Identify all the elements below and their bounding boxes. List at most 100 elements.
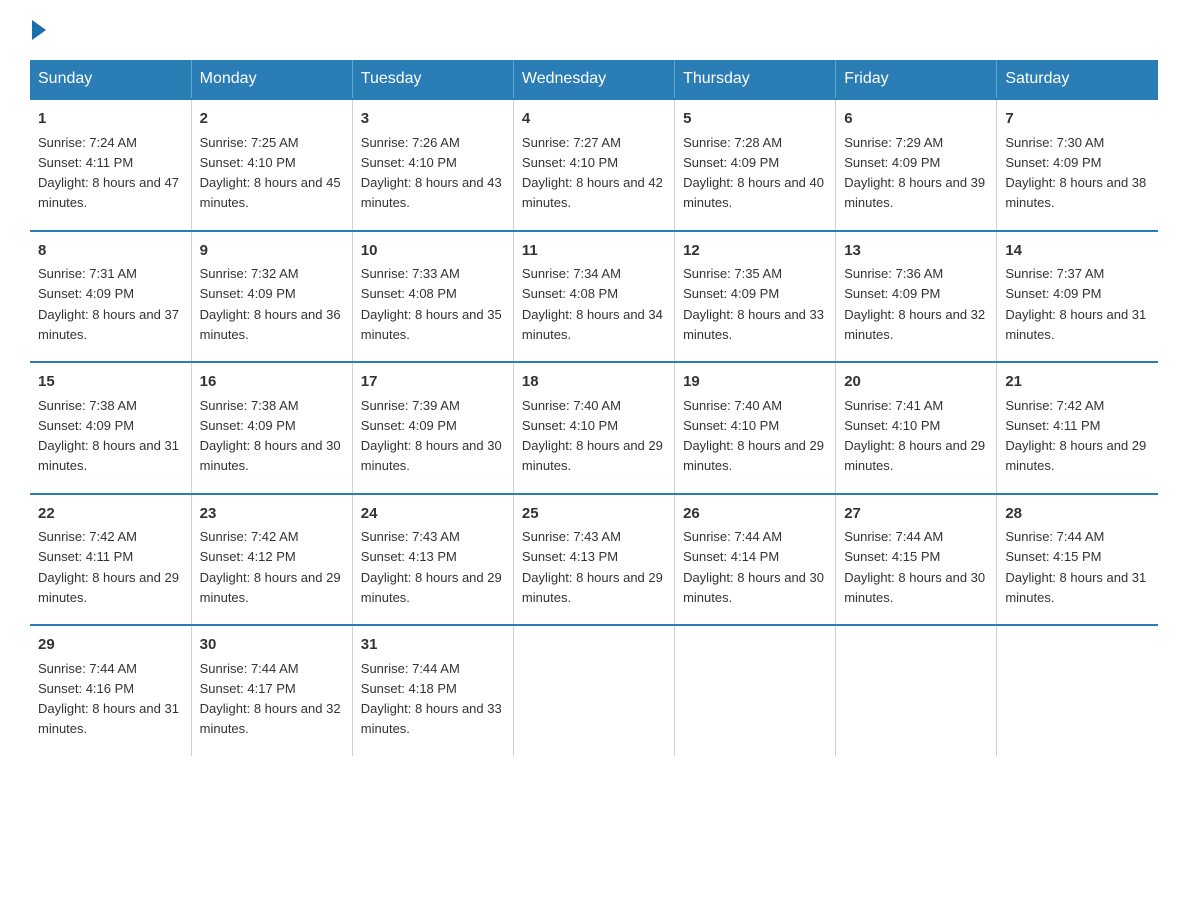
daylight-info: Daylight: 8 hours and 31 minutes. [1005,307,1146,342]
daylight-info: Daylight: 8 hours and 36 minutes. [200,307,341,342]
sunset-info: Sunset: 4:09 PM [844,286,940,301]
sunrise-info: Sunrise: 7:31 AM [38,266,137,281]
daylight-info: Daylight: 8 hours and 43 minutes. [361,175,502,210]
sunset-info: Sunset: 4:13 PM [522,549,618,564]
sunrise-info: Sunrise: 7:26 AM [361,135,460,150]
sunrise-info: Sunrise: 7:24 AM [38,135,137,150]
sunset-info: Sunset: 4:09 PM [361,418,457,433]
calendar-cell: 22Sunrise: 7:42 AMSunset: 4:11 PMDayligh… [30,494,191,626]
calendar-cell [836,625,997,756]
day-number: 8 [38,240,183,263]
calendar-header-row: SundayMondayTuesdayWednesdayThursdayFrid… [30,60,1158,99]
sunset-info: Sunset: 4:11 PM [38,549,133,564]
daylight-info: Daylight: 8 hours and 33 minutes. [683,307,824,342]
sunrise-info: Sunrise: 7:44 AM [683,529,782,544]
sunset-info: Sunset: 4:10 PM [361,155,457,170]
calendar-cell: 20Sunrise: 7:41 AMSunset: 4:10 PMDayligh… [836,362,997,494]
day-number: 29 [38,634,183,657]
calendar-cell: 1Sunrise: 7:24 AMSunset: 4:11 PMDaylight… [30,99,191,231]
daylight-info: Daylight: 8 hours and 35 minutes. [361,307,502,342]
sunset-info: Sunset: 4:14 PM [683,549,779,564]
daylight-info: Daylight: 8 hours and 30 minutes. [200,438,341,473]
calendar-cell: 14Sunrise: 7:37 AMSunset: 4:09 PMDayligh… [997,231,1158,363]
calendar-cell: 12Sunrise: 7:35 AMSunset: 4:09 PMDayligh… [675,231,836,363]
calendar-cell: 16Sunrise: 7:38 AMSunset: 4:09 PMDayligh… [191,362,352,494]
daylight-info: Daylight: 8 hours and 29 minutes. [361,570,502,605]
calendar-cell: 27Sunrise: 7:44 AMSunset: 4:15 PMDayligh… [836,494,997,626]
sunrise-info: Sunrise: 7:27 AM [522,135,621,150]
day-number: 26 [683,503,827,526]
daylight-info: Daylight: 8 hours and 45 minutes. [200,175,341,210]
sunrise-info: Sunrise: 7:43 AM [361,529,460,544]
sunset-info: Sunset: 4:15 PM [844,549,940,564]
sunset-info: Sunset: 4:10 PM [522,418,618,433]
day-number: 12 [683,240,827,263]
daylight-info: Daylight: 8 hours and 42 minutes. [522,175,663,210]
day-number: 17 [361,371,505,394]
sunrise-info: Sunrise: 7:33 AM [361,266,460,281]
day-number: 31 [361,634,505,657]
day-number: 7 [1005,108,1150,131]
calendar-cell: 21Sunrise: 7:42 AMSunset: 4:11 PMDayligh… [997,362,1158,494]
sunset-info: Sunset: 4:09 PM [200,418,296,433]
calendar-header-monday: Monday [191,60,352,99]
logo-arrow-icon [32,20,46,40]
sunset-info: Sunset: 4:10 PM [200,155,296,170]
calendar-header-friday: Friday [836,60,997,99]
calendar-cell: 2 Sunrise: 7:25 AM Sunset: 4:10 PM Daylight… [191,99,352,231]
sunrise-info: Sunrise: 7:39 AM [361,398,460,413]
calendar-cell: 15Sunrise: 7:38 AMSunset: 4:09 PMDayligh… [30,362,191,494]
sunrise-info: Sunrise: 7:40 AM [683,398,782,413]
sunset-info: Sunset: 4:17 PM [200,681,296,696]
day-number: 16 [200,371,344,394]
daylight-info: Daylight: 8 hours and 40 minutes. [683,175,824,210]
sunrise-info: Sunrise: 7:25 AM [200,135,299,150]
calendar-cell [513,625,674,756]
calendar-cell: 3Sunrise: 7:26 AMSunset: 4:10 PMDaylight… [352,99,513,231]
daylight-info: Daylight: 8 hours and 39 minutes. [844,175,985,210]
day-number: 10 [361,240,505,263]
day-number: 2 [200,108,344,131]
sunset-info: Sunset: 4:08 PM [361,286,457,301]
calendar-cell: 7 Sunrise: 7:30 AM Sunset: 4:09 PM Daylight… [997,99,1158,231]
calendar-cell: 10 Sunrise: 7:33 AM Sunset: 4:08 PM Dayligh… [352,231,513,363]
calendar-header-saturday: Saturday [997,60,1158,99]
sunset-info: Sunset: 4:11 PM [1005,418,1100,433]
calendar-table: SundayMondayTuesdayWednesdayThursdayFrid… [30,60,1158,756]
daylight-info: Daylight: 8 hours and 38 minutes. [1005,175,1146,210]
daylight-info: Daylight: 8 hours and 29 minutes. [844,438,985,473]
daylight-info: Daylight: 8 hours and 30 minutes. [361,438,502,473]
sunrise-info: Sunrise: 7:44 AM [1005,529,1104,544]
calendar-cell [675,625,836,756]
sunrise-info: Sunrise: 7:44 AM [200,661,299,676]
sunrise-info: Sunrise: 7:41 AM [844,398,943,413]
calendar-header-tuesday: Tuesday [352,60,513,99]
sunset-info: Sunset: 4:09 PM [38,286,134,301]
daylight-info: Daylight: 8 hours and 30 minutes. [844,570,985,605]
calendar-cell: 23Sunrise: 7:42 AMSunset: 4:12 PMDayligh… [191,494,352,626]
sunrise-info: Sunrise: 7:42 AM [200,529,299,544]
day-number: 6 [844,108,988,131]
sunset-info: Sunset: 4:09 PM [683,155,779,170]
sunset-info: Sunset: 4:16 PM [38,681,134,696]
calendar-cell: 30Sunrise: 7:44 AMSunset: 4:17 PMDayligh… [191,625,352,756]
sunset-info: Sunset: 4:09 PM [1005,155,1101,170]
sunrise-info: Sunrise: 7:42 AM [1005,398,1104,413]
daylight-info: Daylight: 8 hours and 29 minutes. [38,570,179,605]
sunrise-info: Sunrise: 7:34 AM [522,266,621,281]
daylight-info: Daylight: 8 hours and 31 minutes. [1005,570,1146,605]
calendar-week-row: 29Sunrise: 7:44 AMSunset: 4:16 PMDayligh… [30,625,1158,756]
day-number: 28 [1005,503,1150,526]
sunrise-info: Sunrise: 7:44 AM [844,529,943,544]
calendar-cell: 4Sunrise: 7:27 AMSunset: 4:10 PMDaylight… [513,99,674,231]
sunset-info: Sunset: 4:10 PM [683,418,779,433]
sunset-info: Sunset: 4:09 PM [38,418,134,433]
sunrise-info: Sunrise: 7:30 AM [1005,135,1104,150]
logo [30,20,48,40]
calendar-cell: 6Sunrise: 7:29 AMSunset: 4:09 PMDaylight… [836,99,997,231]
sunset-info: Sunset: 4:09 PM [1005,286,1101,301]
daylight-info: Daylight: 8 hours and 37 minutes. [38,307,179,342]
calendar-header-thursday: Thursday [675,60,836,99]
day-number: 25 [522,503,666,526]
calendar-week-row: 1Sunrise: 7:24 AMSunset: 4:11 PMDaylight… [30,99,1158,231]
